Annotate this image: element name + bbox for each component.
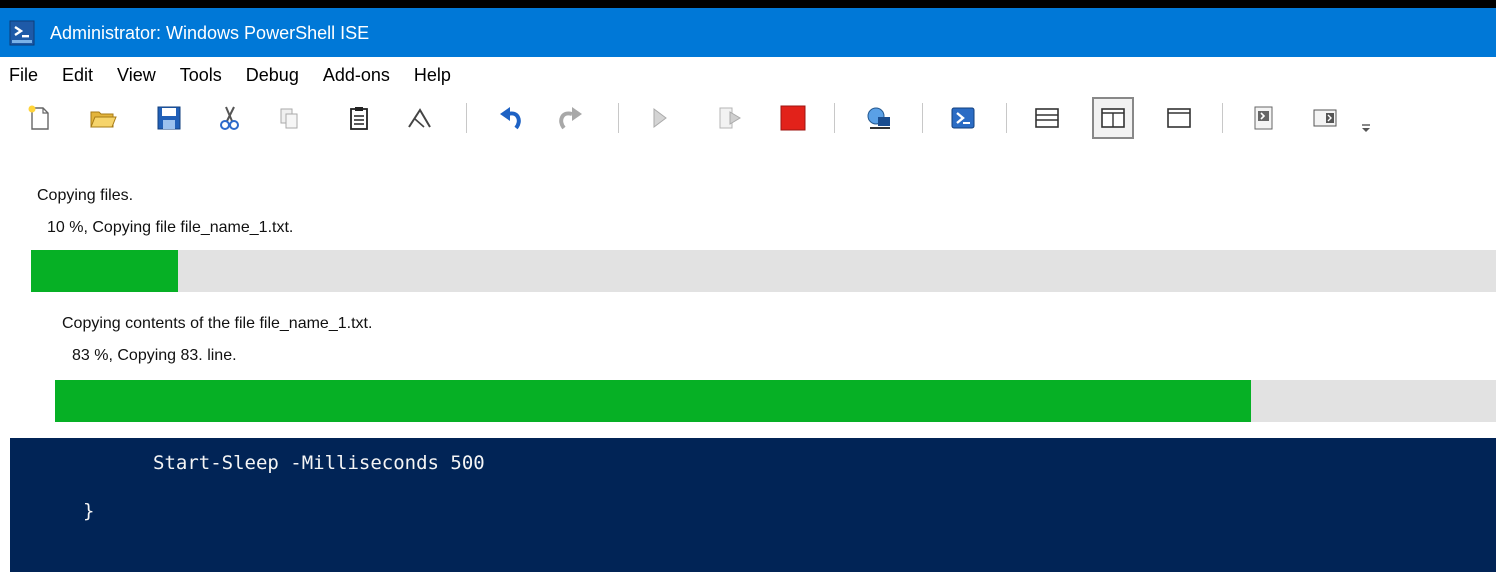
menu-file[interactable]: File [9,65,38,86]
script-pane-top-icon [1035,108,1059,128]
menu-help[interactable]: Help [414,65,451,86]
redo-button[interactable] [554,101,588,135]
progress-status-label: 10 %, Copying file file_name_1.txt. [47,219,294,236]
toolbar-separator [1006,103,1007,133]
menu-add-ons[interactable]: Add-ons [323,65,390,86]
cut-button[interactable] [212,101,246,135]
menu-debug[interactable]: Debug [246,65,299,86]
run-script-button[interactable] [642,101,676,135]
open-button[interactable] [86,101,120,135]
clear-console-button[interactable] [402,101,436,135]
save-icon [157,106,181,130]
show-commands-addon-button[interactable] [1308,101,1342,135]
undo-icon [500,107,521,130]
progress-activity-label: Copying files. [37,187,134,204]
toolbar-separator [618,103,619,133]
redo-icon [559,107,582,130]
title-bar: Administrator: Windows PowerShell ISE [0,0,1496,57]
menu-tools[interactable]: Tools [180,65,222,86]
console-pane[interactable]: Start-Sleep -Milliseconds 500 } [10,438,1496,572]
toolbar-separator [834,103,835,133]
open-folder-icon [90,111,117,128]
toolbar-separator [466,103,467,133]
window-title: Administrator: Windows PowerShell ISE [50,23,370,43]
toolbar-separator [1222,103,1223,133]
progress-bar-fill [55,380,1252,422]
menu-edit[interactable]: Edit [62,65,93,86]
copy-button[interactable] [272,101,306,135]
script-pane-maximized-icon [1167,108,1191,128]
progress-pane: Copying files. 10 %, Copying file file_n… [10,153,1496,438]
progress-bar-track [55,380,1496,422]
script-pane-right-icon [1101,108,1125,128]
start-powershell-icon [951,107,975,129]
show-script-pane-button[interactable] [1246,101,1280,135]
stop-button[interactable] [776,101,810,135]
new-file-button[interactable] [22,101,56,135]
paste-button[interactable] [342,101,376,135]
run-script-icon [653,108,667,128]
toolbar-separator [922,103,923,133]
remote-powershell-icon [867,107,890,129]
progress-activity-label: Copying contents of the file file_name_1… [62,315,373,332]
progress-status-label: 83 %, Copying 83. line. [72,347,237,364]
show-script-pane-maximized-button[interactable] [1162,101,1196,135]
paste-icon [350,107,368,130]
toolbar-overflow-button[interactable] [1356,101,1376,135]
new-file-icon [28,105,49,130]
code-line: Start-Sleep -Milliseconds 500 [153,452,485,474]
cut-icon [220,106,239,130]
powershell-ise-window: Administrator: Windows PowerShell ISE Fi… [0,0,1496,572]
toolbar [0,93,1496,153]
show-script-pane-right-button[interactable] [1092,97,1134,139]
show-script-pane-top-button[interactable] [1030,101,1064,135]
code-line: } [83,500,95,522]
show-script-pane-icon [1254,106,1273,130]
new-remote-powershell-tab-button[interactable] [862,101,896,135]
menu-bar: File Edit View Tools Debug Add-ons Help [0,57,1496,93]
clear-console-icon [408,108,431,128]
undo-button[interactable] [494,101,528,135]
run-selection-button[interactable] [712,101,746,135]
show-commands-addon-icon [1313,109,1337,127]
save-button[interactable] [152,101,186,135]
stop-icon [780,105,806,131]
copy-icon [280,108,298,129]
menu-view[interactable]: View [117,65,156,86]
progress-bar-track [31,250,1496,292]
toolbar-overflow-icon [1362,124,1370,132]
progress-bar-fill [31,250,178,292]
start-powershell-button[interactable] [946,101,980,135]
run-selection-icon [719,107,741,129]
powershell-ise-app-icon [9,20,35,46]
